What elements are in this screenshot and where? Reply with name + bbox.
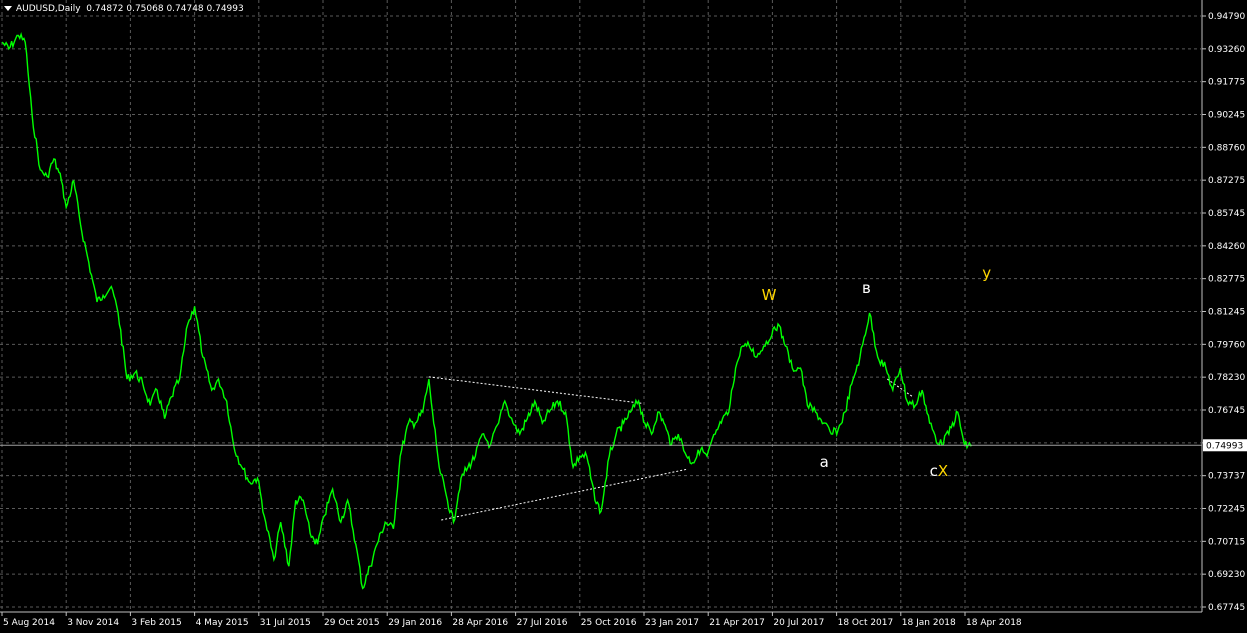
y-tick-label: 0.79760 <box>1208 340 1245 350</box>
wave-label: в <box>862 279 871 297</box>
price-chart[interactable]: Wв у a c X 0.94790 0.93260 0.91775 0.90245 0.887… <box>0 0 1247 633</box>
y-tick-label: 0.69230 <box>1208 570 1245 580</box>
y-tick-label: 0.70715 <box>1208 537 1245 547</box>
x-tick-label: 31 Jul 2015 <box>260 618 311 628</box>
x-tick-label: 23 Jan 2017 <box>645 618 699 628</box>
y-tick-label: 0.67745 <box>1208 603 1245 613</box>
y-tick-label: 0.87275 <box>1208 176 1245 186</box>
x-tick-label: 29 Oct 2015 <box>324 618 380 628</box>
y-tick-label: 0.78230 <box>1208 373 1245 383</box>
x-tick-label: 18 Oct 2017 <box>838 618 894 628</box>
y-tick-label: 0.88760 <box>1208 143 1245 153</box>
x-tick-label: 28 Apr 2016 <box>452 618 508 628</box>
symbol-label: AUDUSD,Daily <box>16 4 81 14</box>
wave-label: W <box>762 286 777 304</box>
x-tick-label: 25 Oct 2016 <box>581 618 637 628</box>
y-tick-label: 0.73737 <box>1208 472 1245 482</box>
x-tick-label: 5 Aug 2014 <box>3 618 55 628</box>
y-tick-label: 0.93260 <box>1208 45 1245 55</box>
chart-background <box>0 0 1247 633</box>
y-tick-label: 0.81245 <box>1208 308 1245 318</box>
x-tick-label: 3 Nov 2014 <box>67 618 119 628</box>
x-tick-label: 29 Jan 2016 <box>388 618 442 628</box>
y-tick-label: 0.82775 <box>1208 275 1245 285</box>
y-tick-label: 0.72245 <box>1208 505 1245 515</box>
x-tick-label: 21 Apr 2017 <box>709 618 765 628</box>
wave-label: у <box>982 264 991 282</box>
x-tick-label: 27 Jul 2016 <box>517 618 568 628</box>
y-tick-label: 0.90245 <box>1208 111 1245 121</box>
y-tick-label: 0.91775 <box>1208 78 1245 88</box>
ohlc-values: 0.74872 0.75068 0.74748 0.74993 <box>86 4 244 14</box>
y-tick-label: 0.94790 <box>1208 12 1245 22</box>
y-tick-label: 0.84260 <box>1208 242 1245 252</box>
dropdown-triangle-icon[interactable] <box>4 6 12 11</box>
y-tick-label: 0.85745 <box>1208 209 1245 219</box>
wave-label: X <box>938 462 948 480</box>
x-tick-label: 18 Apr 2018 <box>966 618 1022 628</box>
x-tick-label: 3 Feb 2015 <box>131 618 181 628</box>
x-tick-label: 4 May 2015 <box>196 618 249 628</box>
x-tick-label: 18 Jan 2018 <box>902 618 956 628</box>
y-tick-label: 0.76745 <box>1208 406 1245 416</box>
x-tick-label: 20 Jul 2017 <box>773 618 824 628</box>
chart-header: AUDUSD,Daily 0.74872 0.75068 0.74748 0.7… <box>4 4 244 14</box>
wave-label: a <box>820 453 829 471</box>
wave-label: c <box>930 462 938 480</box>
current-price-label: 0.74993 <box>1206 441 1243 451</box>
